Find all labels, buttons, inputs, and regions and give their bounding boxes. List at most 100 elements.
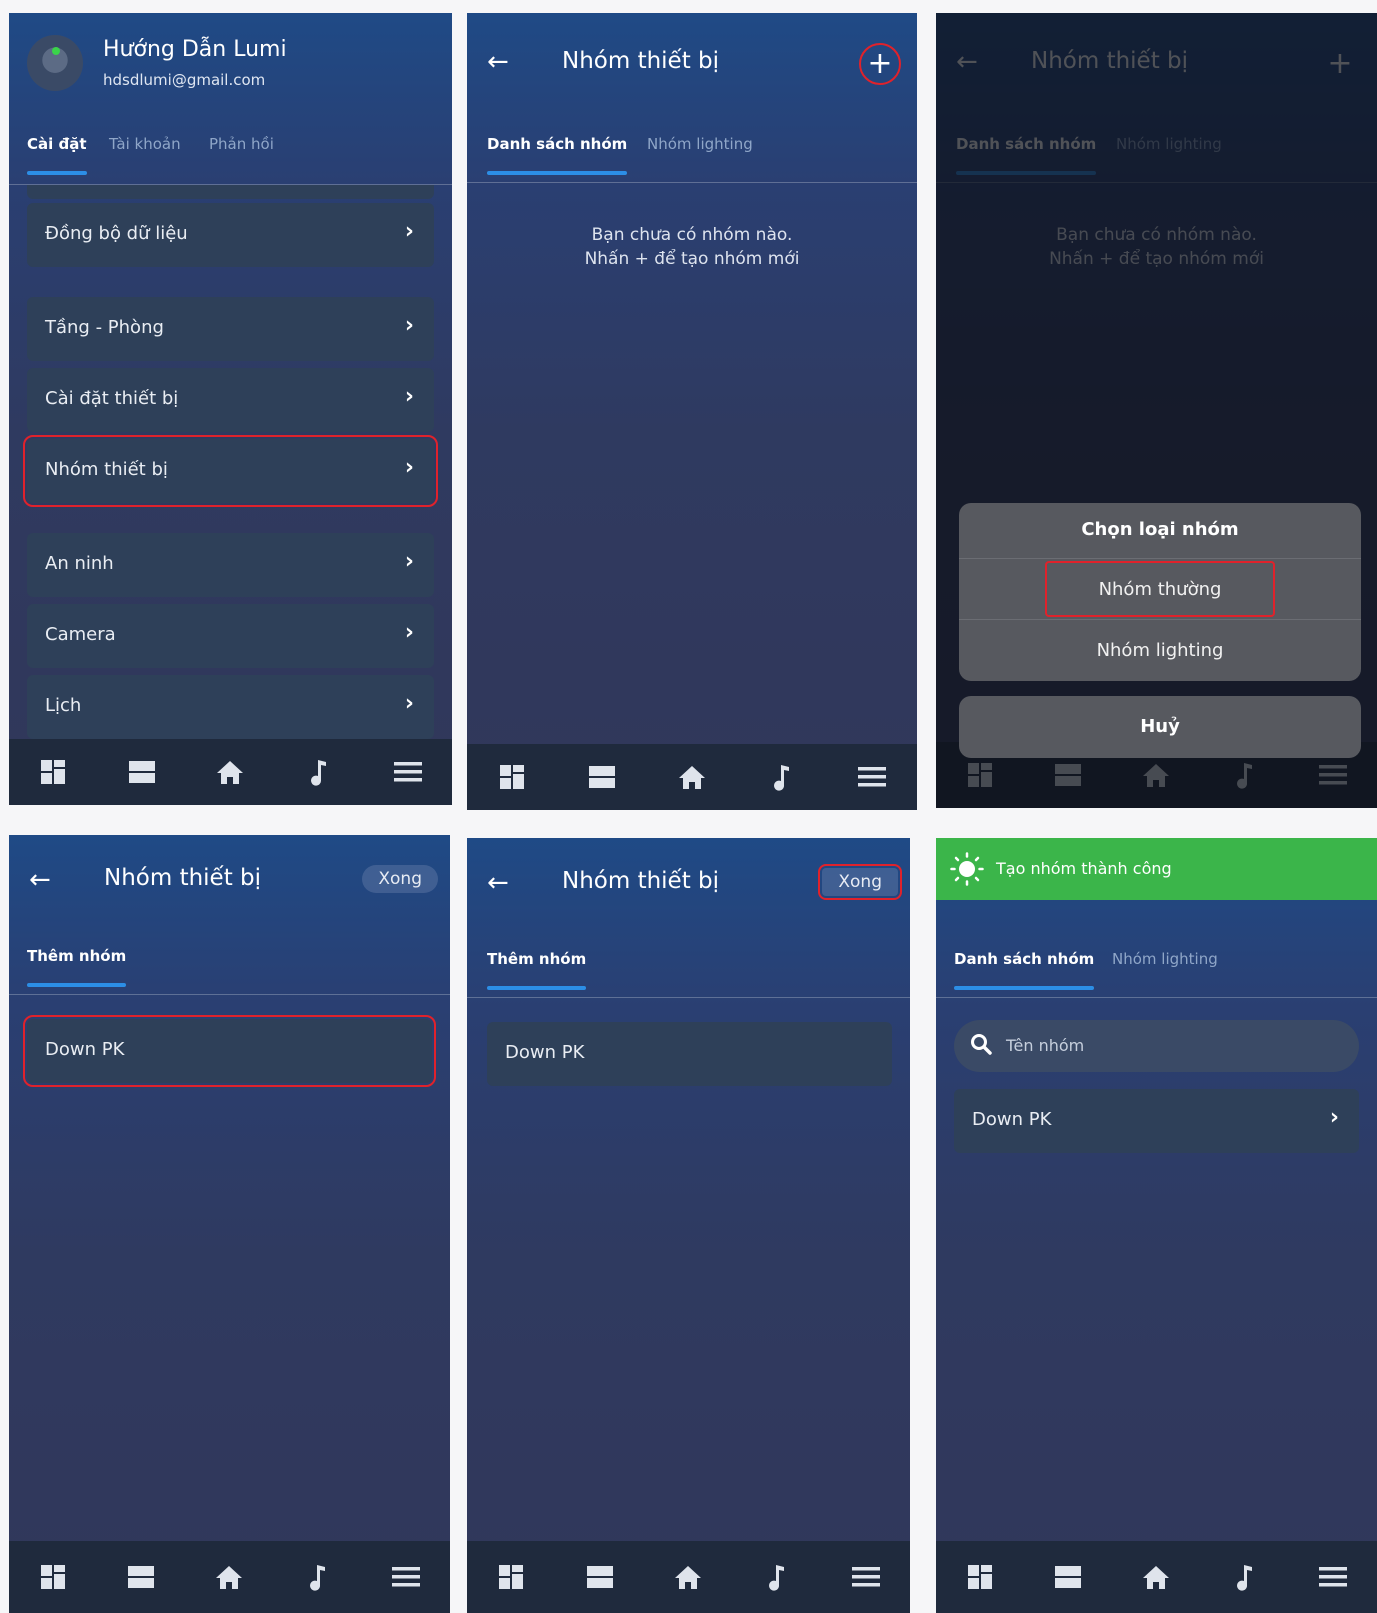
add-group-screen: ← Nhóm thiết bị Xong Thêm nhóm Down PK (9, 835, 450, 1613)
group-name-value: Down PK (45, 1039, 125, 1060)
profile-email: hdsdlumi@gmail.com (103, 71, 266, 89)
group-type-sheet: Chọn loại nhóm Nhóm thường Nhóm lighting (959, 503, 1361, 681)
tab-group-list[interactable]: Danh sách nhóm (487, 135, 628, 175)
sun-icon (950, 852, 984, 886)
tab-feedback[interactable]: Phản hồi (209, 135, 274, 153)
rooms-icon[interactable] (126, 1562, 156, 1592)
option-lighting-group[interactable]: Nhóm lighting (959, 620, 1361, 681)
back-arrow-icon[interactable]: ← (487, 47, 509, 77)
music-icon[interactable] (762, 1562, 792, 1592)
profile-name: Hướng Dẫn Lumi (103, 37, 287, 62)
search-input[interactable]: Tên nhóm (1006, 1036, 1084, 1055)
group-name-label: Down PK (972, 1109, 1052, 1130)
toast-message: Tạo nhóm thành công (996, 859, 1172, 878)
music-icon[interactable] (1230, 1562, 1260, 1592)
bottom-nav (467, 744, 917, 810)
menu-icon[interactable] (1318, 1562, 1348, 1592)
dashboard-icon[interactable] (496, 1562, 526, 1592)
empty-line-1: Bạn chưa có nhóm nào. (591, 225, 793, 245)
avatar[interactable] (27, 35, 83, 91)
chevron-right-icon: › (404, 620, 414, 645)
bottom-nav (936, 1541, 1377, 1613)
success-toast: Tạo nhóm thành công (936, 838, 1377, 900)
dashboard-icon[interactable] (965, 1562, 995, 1592)
menu-icon[interactable] (391, 1562, 421, 1592)
tab-add-group[interactable]: Thêm nhóm (27, 947, 127, 987)
chevron-right-icon: › (1329, 1105, 1339, 1130)
tab-add-group[interactable]: Thêm nhóm (487, 950, 587, 990)
settings-row-partial (27, 185, 434, 199)
menu-icon[interactable] (851, 1562, 881, 1592)
back-arrow-icon[interactable]: ← (487, 868, 509, 898)
row-label: Nhóm thiết bị (45, 459, 168, 480)
group-created-screen: Tạo nhóm thành công Danh sách nhóm Nhóm … (936, 838, 1377, 1613)
settings-row-camera[interactable]: Camera › (27, 604, 434, 668)
settings-row-schedule[interactable]: Lịch › (27, 675, 434, 739)
dashboard-icon[interactable] (497, 762, 527, 792)
row-label: Cài đặt thiết bị (45, 388, 179, 409)
done-button[interactable]: Xong (362, 865, 438, 893)
tab-account[interactable]: Tài khoản (109, 135, 181, 153)
home-icon[interactable] (673, 1562, 703, 1592)
music-icon[interactable] (304, 757, 334, 787)
sheet-title: Chọn loại nhóm (959, 503, 1361, 559)
settings-row-sync[interactable]: Đồng bộ dữ liệu › (27, 203, 434, 267)
page-title: Nhóm thiết bị (562, 48, 720, 74)
tab-lighting-groups[interactable]: Nhóm lighting (1112, 950, 1218, 968)
row-label: Đồng bộ dữ liệu (45, 223, 188, 244)
rooms-icon[interactable] (587, 762, 617, 792)
group-type-picker-screen: ← Nhóm thiết bị + Danh sách nhóm Nhóm li… (936, 13, 1377, 808)
menu-icon[interactable] (393, 757, 423, 787)
group-list-item[interactable]: Down PK › (954, 1089, 1359, 1153)
chevron-right-icon: › (404, 455, 414, 480)
search-icon (970, 1033, 992, 1061)
rooms-icon[interactable] (1053, 1562, 1083, 1592)
back-arrow-icon[interactable]: ← (29, 865, 51, 895)
bottom-nav (467, 1541, 910, 1613)
music-icon[interactable] (767, 762, 797, 792)
chevron-right-icon: › (404, 219, 414, 244)
tab-settings[interactable]: Cài đặt (27, 135, 87, 175)
dashboard-icon[interactable] (38, 757, 68, 787)
chevron-right-icon: › (404, 313, 414, 338)
chevron-right-icon: › (404, 691, 414, 716)
dashboard-icon[interactable] (38, 1562, 68, 1592)
tab-group-list[interactable]: Danh sách nhóm (954, 950, 1095, 990)
group-name-field[interactable]: Down PK (23, 1015, 436, 1087)
row-label: Camera (45, 624, 116, 645)
chevron-right-icon: › (404, 549, 414, 574)
settings-screen: Hướng Dẫn Lumi hdsdlumi@gmail.com Cài đặ… (9, 13, 452, 805)
modal-overlay[interactable] (936, 13, 1377, 808)
settings-row-device-settings[interactable]: Cài đặt thiết bị › (27, 368, 434, 432)
settings-row-security[interactable]: An ninh › (27, 533, 434, 597)
settings-row-device-groups[interactable]: Nhóm thiết bị › (23, 435, 438, 507)
done-button[interactable]: Xong (818, 864, 902, 900)
bottom-nav (9, 1541, 450, 1613)
home-icon[interactable] (1141, 1562, 1171, 1592)
home-icon[interactable] (215, 757, 245, 787)
home-icon[interactable] (677, 762, 707, 792)
settings-row-floor-room[interactable]: Tầng - Phòng › (27, 297, 434, 361)
music-icon[interactable] (303, 1562, 333, 1592)
group-name-value: Down PK (505, 1042, 585, 1063)
rooms-icon[interactable] (585, 1562, 615, 1592)
empty-state: Bạn chưa có nhóm nào. Nhấn + để tạo nhóm… (467, 223, 917, 271)
groups-empty-screen: ← Nhóm thiết bị + Danh sách nhóm Nhóm li… (467, 13, 917, 810)
option-normal-group[interactable]: Nhóm thường (959, 559, 1361, 620)
rooms-icon[interactable] (127, 757, 157, 787)
add-group-done-screen: ← Nhóm thiết bị Xong Thêm nhóm Down PK (467, 838, 910, 1613)
row-label: Tầng - Phòng (45, 317, 164, 338)
cancel-button[interactable]: Huỷ (959, 696, 1361, 758)
row-label: Lịch (45, 695, 82, 716)
empty-line-2: Nhấn + để tạo nhóm mới (584, 249, 800, 269)
menu-icon[interactable] (857, 762, 887, 792)
group-name-field[interactable]: Down PK (487, 1022, 892, 1086)
tab-lighting-groups[interactable]: Nhóm lighting (647, 135, 753, 153)
bottom-nav (9, 739, 452, 805)
search-bar[interactable]: Tên nhóm (954, 1020, 1359, 1072)
page-title: Nhóm thiết bị (104, 865, 262, 891)
add-group-button[interactable]: + (859, 43, 901, 85)
row-label: An ninh (45, 553, 114, 574)
page-title: Nhóm thiết bị (562, 868, 720, 894)
home-icon[interactable] (214, 1562, 244, 1592)
